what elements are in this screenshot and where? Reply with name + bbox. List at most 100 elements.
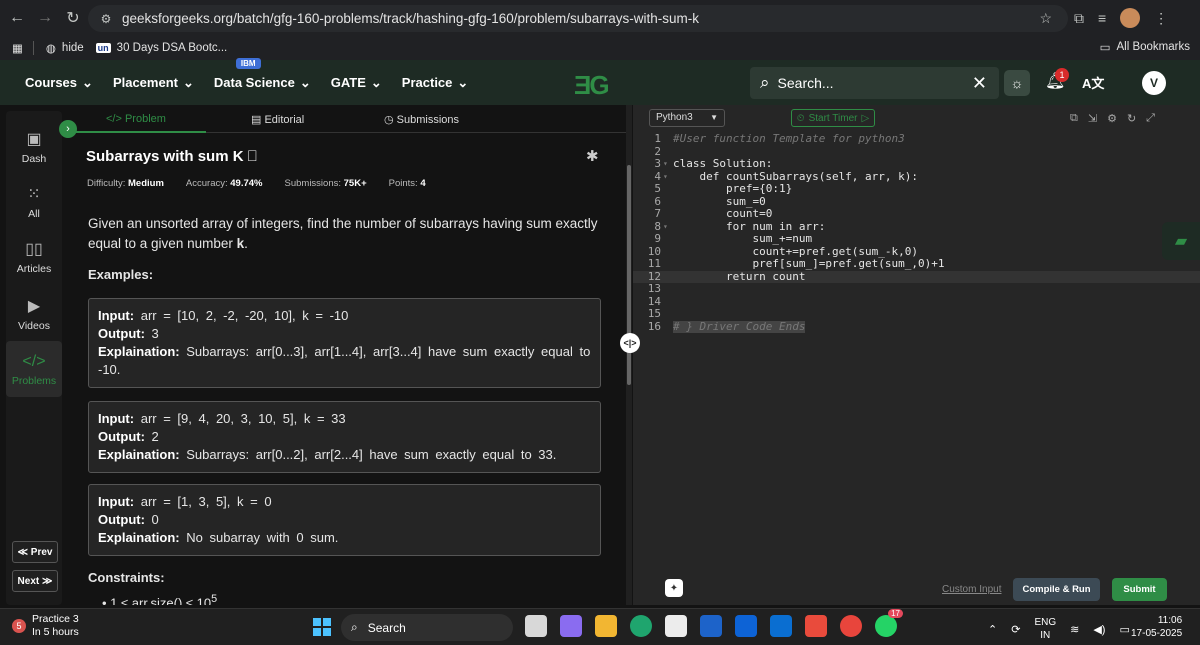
chevron-right-icon[interactable]: › <box>59 120 77 138</box>
code-line[interactable]: 11 pref[sum_]=pref.get(sum_,0)+1 <box>633 257 1200 271</box>
folder-icon[interactable] <box>595 615 617 637</box>
code-line[interactable]: 5 pref={0:1} <box>633 182 1200 196</box>
code-line[interactable]: 15 <box>633 307 1200 321</box>
input-value: arr = [10, 2, -2, -20, 10], k = -10 <box>140 308 349 323</box>
lightbulb-icon[interactable]: ✦ <box>665 579 683 597</box>
prev-button[interactable]: ≪ Prev <box>12 541 58 563</box>
language-select[interactable]: Python3 ▼ <box>649 109 725 127</box>
wps-icon[interactable] <box>805 615 827 637</box>
compile-run-button[interactable]: Compile & Run <box>1013 578 1100 601</box>
code-line[interactable]: 16 # } Driver Code Ends <box>633 320 1200 333</box>
dropbox-icon[interactable] <box>735 615 757 637</box>
export-icon[interactable]: ⇲ <box>1088 112 1097 125</box>
fold-icon[interactable]: ▾ <box>663 158 668 171</box>
tab-problem[interactable]: </> Problem <box>106 113 166 125</box>
gfg-logo[interactable]: ƎG <box>574 70 610 101</box>
fold-icon[interactable]: ▾ <box>663 171 668 184</box>
bookmark-dsa-bootcamp[interactable]: un 30 Days DSA Bootc... <box>95 42 227 54</box>
submit-button[interactable]: Submit <box>1112 578 1167 601</box>
bug-report-icon[interactable]: ✱ <box>586 147 599 165</box>
store-icon[interactable] <box>665 615 687 637</box>
tab-editorial[interactable]: ▤ Editorial <box>251 113 304 126</box>
menu-practice[interactable]: Practice ⌄ <box>402 75 469 91</box>
code-line[interactable]: 12 return count <box>633 270 1200 283</box>
problem-meta: Difficulty: Medium Accuracy: 49.74% Subm… <box>87 178 426 189</box>
menu-data-science[interactable]: IBM Data Science ⌄ <box>214 57 311 91</box>
bookmark-star-icon[interactable]: ☆ <box>1039 10 1052 27</box>
edge-icon[interactable] <box>630 615 652 637</box>
code-line[interactable]: 13 <box>633 282 1200 296</box>
sidebar-item-dash[interactable]: ▣ Dash <box>6 129 62 165</box>
address-bar[interactable]: ⚙ geeksforgeeks.org/batch/gfg-160-proble… <box>88 5 1068 32</box>
menu-courses[interactable]: Courses ⌄ <box>25 75 93 91</box>
sidebar-item-videos[interactable]: ▶ Videos <box>6 296 62 332</box>
translate-icon[interactable]: A文 <box>1082 73 1104 92</box>
code-line[interactable]: 9 sum_+=num <box>633 232 1200 246</box>
example-box: Input: arr = [10, 2, -2, -20, 10], k = -… <box>88 298 601 388</box>
extensions-icon[interactable]: ⧉ <box>1074 10 1084 27</box>
points: Points: 4 <box>389 178 426 189</box>
next-button[interactable]: Next ≫ <box>12 570 58 592</box>
clock[interactable]: 11:06 17-05-2025 <box>1131 614 1182 640</box>
menu-label: Courses <box>25 75 78 90</box>
site-settings-icon[interactable]: ⚙ <box>94 12 118 26</box>
apps-icon[interactable]: ▦ <box>12 41 23 55</box>
reset-icon[interactable]: ↻ <box>1127 112 1136 125</box>
battery-icon[interactable]: ▭ <box>1119 623 1129 636</box>
sidebar-item-label: Problems <box>11 375 57 387</box>
wifi-icon[interactable]: ≋ <box>1070 623 1079 636</box>
search-input[interactable]: ⌕ Search... ✕ <box>750 67 999 99</box>
chrome-icon[interactable] <box>840 615 862 637</box>
taskbar-search[interactable]: ⌕ Search <box>341 614 513 641</box>
code-line[interactable]: 7 count=0 <box>633 207 1200 221</box>
tab-submissions[interactable]: ◷ Submissions <box>384 113 459 126</box>
sidebar-item-all[interactable]: ⁙ All <box>6 184 62 220</box>
copilot-icon[interactable] <box>560 615 582 637</box>
whatsapp-icon[interactable]: 17 <box>875 609 903 637</box>
sync-icon[interactable]: ⟳ <box>1011 623 1020 636</box>
constraints-heading: Constraints: <box>88 570 165 585</box>
code-line[interactable]: 1 #User function Template for python3 <box>633 132 1200 146</box>
language-indicator[interactable]: ENG IN <box>1034 616 1056 642</box>
close-icon[interactable]: ✕ <box>972 73 987 94</box>
bookmark-hide[interactable]: ◍ hide <box>46 41 84 55</box>
menu-icon[interactable]: ⋮ <box>1154 10 1168 27</box>
fullscreen-icon[interactable]: ⤢ <box>1146 112 1155 125</box>
sidebar-item-problems[interactable]: </> Problems <box>6 341 62 397</box>
left-sidebar: ▣ Dash ⁙ All ▯▯ Articles ▶ Videos </> Problem… <box>6 111 62 605</box>
all-bookmarks[interactable]: ▭ All Bookmarks <box>1100 40 1190 54</box>
avatar[interactable]: V <box>1142 71 1166 95</box>
outlook-icon[interactable] <box>770 615 792 637</box>
sidebar-item-label: Videos <box>18 320 50 332</box>
chat-icon[interactable]: ▰ <box>1162 222 1200 260</box>
copy-icon[interactable]: ⧉ <box>1070 112 1078 125</box>
reload-icon[interactable]: ↻ <box>62 7 84 29</box>
bookmark-icon[interactable]: ⎕ <box>244 148 257 165</box>
menu-gate[interactable]: GATE ⌄ <box>331 75 382 91</box>
settings-icon[interactable]: ⚙ <box>1107 112 1117 125</box>
theme-toggle-icon[interactable]: ☼ <box>1004 70 1030 96</box>
security-icon[interactable] <box>700 615 722 637</box>
menu-placement[interactable]: Placement ⌄ <box>113 75 194 91</box>
windows-start-icon[interactable] <box>313 618 331 636</box>
fold-icon[interactable]: ▾ <box>663 221 668 234</box>
profile-avatar[interactable] <box>1120 8 1141 28</box>
code-line[interactable]: 3 ▾ class Solution: <box>633 157 1200 171</box>
custom-input-link[interactable]: Custom Input <box>942 584 1001 595</box>
sidebar-item-articles[interactable]: ▯▯ Articles <box>6 239 62 275</box>
clock-date: 17-05-2025 <box>1131 628 1183 639</box>
input-value: arr = [1, 3, 5], k = 0 <box>140 494 272 509</box>
chevron-up-icon[interactable]: ⌃ <box>988 623 997 636</box>
volume-icon[interactable]: ◀) <box>1093 623 1105 636</box>
meta-label: Accuracy: <box>185 178 228 189</box>
code-line[interactable]: 14 <box>633 295 1200 309</box>
code-area[interactable]: 1 #User function Template for python3 2 3 ▾ c… <box>633 132 1200 573</box>
line-number: 3 <box>654 157 661 170</box>
start-timer-button[interactable]: ⏲ Start Timer ▷ <box>791 109 875 127</box>
file-explorer-widget-icon[interactable] <box>525 615 547 637</box>
calendar-reminder[interactable]: 5 Practice 3 In 5 hours <box>12 613 79 639</box>
back-icon[interactable]: ← <box>6 7 28 29</box>
resize-handle-icon[interactable]: <|> <box>620 333 640 353</box>
reading-list-icon[interactable]: ≡ <box>1098 10 1106 26</box>
forward-icon[interactable]: → <box>34 7 56 29</box>
